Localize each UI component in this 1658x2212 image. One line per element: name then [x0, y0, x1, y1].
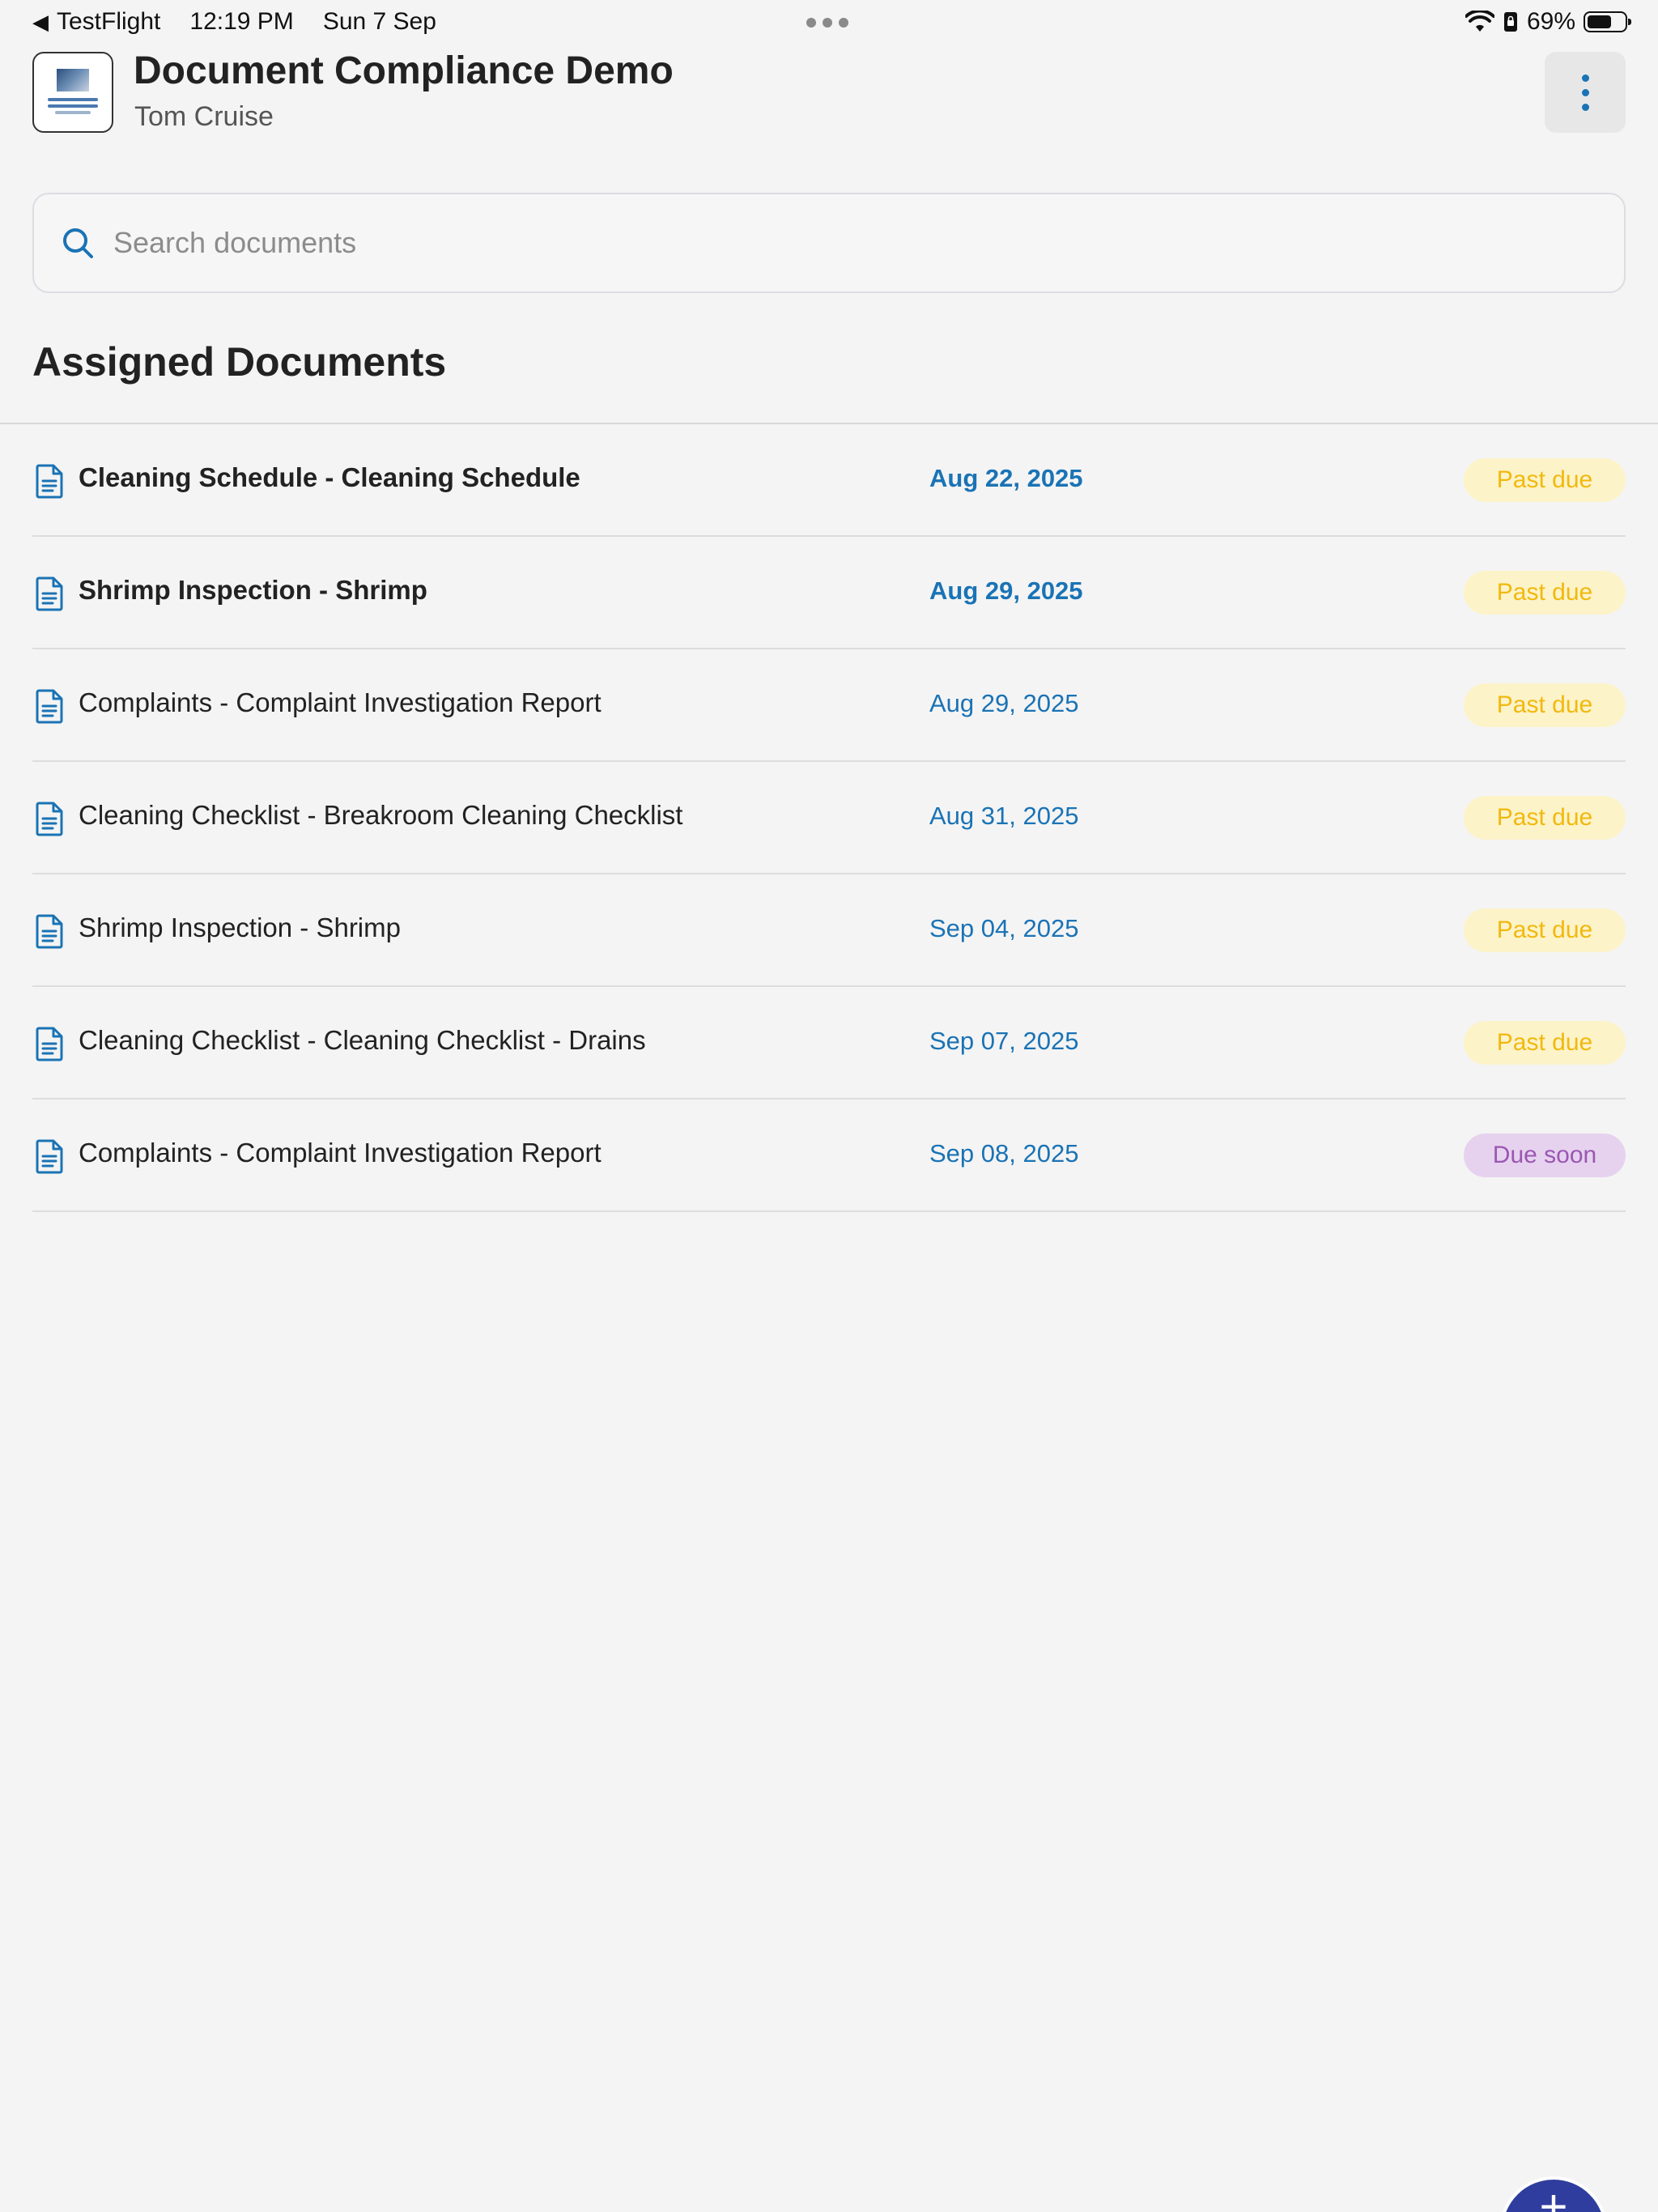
- more-vertical-icon: [1581, 74, 1589, 82]
- battery-percent: 69%: [1526, 8, 1575, 35]
- status-badge: Past due: [1464, 683, 1626, 727]
- status-badge: Past due: [1464, 458, 1626, 502]
- document-list: Cleaning Schedule - Cleaning Schedule Aug…: [32, 424, 1626, 1212]
- document-title: Cleaning Schedule - Cleaning Schedule: [79, 462, 580, 492]
- orientation-lock-icon: [1503, 12, 1517, 32]
- plus-icon: +: [1539, 2180, 1568, 2212]
- document-icon: [34, 576, 66, 611]
- more-options-button[interactable]: [1545, 52, 1626, 133]
- section-title: Assigned Documents: [32, 339, 447, 385]
- app-title: Document Compliance Demo: [134, 49, 674, 92]
- document-due-date: Aug 29, 2025: [929, 576, 1083, 605]
- status-badge: Past due: [1464, 908, 1626, 952]
- back-app-label[interactable]: TestFlight: [57, 8, 160, 36]
- document-icon: [34, 1026, 66, 1061]
- wifi-icon: [1465, 11, 1494, 32]
- document-due-date: Sep 07, 2025: [929, 1027, 1079, 1055]
- app-logo: [32, 52, 113, 133]
- user-name: Tom Cruise: [134, 101, 274, 132]
- status-time: 12:19 PM: [189, 8, 294, 35]
- status-date: Sun 7 Sep: [322, 8, 436, 35]
- battery-level: [1588, 15, 1611, 28]
- document-title: Complaints - Complaint Investigation Rep…: [79, 1138, 602, 1168]
- status-bar: ◀ TestFlight 12:19 PM Sun 7 Sep 69%: [0, 0, 1658, 47]
- document-due-date: Aug 31, 2025: [929, 802, 1079, 830]
- document-row[interactable]: Cleaning Checklist - Cleaning Checklist …: [32, 987, 1626, 1100]
- document-due-date: Sep 08, 2025: [929, 1139, 1079, 1168]
- document-icon: [34, 463, 66, 499]
- status-badge: Due soon: [1464, 1134, 1626, 1177]
- app-screen: ◀ TestFlight 12:19 PM Sun 7 Sep 69% Docu…: [0, 0, 1658, 2212]
- document-row[interactable]: Shrimp Inspection - Shrimp Aug 29, 2025 Pa…: [32, 537, 1626, 649]
- search-bar[interactable]: [32, 193, 1626, 293]
- document-title: Cleaning Checklist - Breakroom Cleaning …: [79, 800, 683, 830]
- document-icon: [34, 801, 66, 836]
- status-badge: Past due: [1464, 1021, 1626, 1065]
- status-bar-right: 69%: [1465, 8, 1631, 36]
- document-title: Shrimp Inspection - Shrimp: [79, 912, 401, 942]
- document-icon: [34, 688, 66, 724]
- battery-icon: [1584, 11, 1631, 32]
- document-icon: [34, 1138, 66, 1174]
- document-due-date: Aug 29, 2025: [929, 689, 1079, 717]
- document-title: Cleaning Checklist - Cleaning Checklist …: [79, 1025, 646, 1055]
- document-row[interactable]: Complaints - Complaint Investigation Rep…: [32, 1100, 1626, 1212]
- status-badge: Past due: [1464, 571, 1626, 615]
- search-input[interactable]: [112, 218, 1572, 268]
- status-badge: Past due: [1464, 796, 1626, 840]
- document-title: Shrimp Inspection - Shrimp: [79, 575, 427, 605]
- document-due-date: Aug 22, 2025: [929, 464, 1083, 492]
- back-arrow-icon[interactable]: ◀: [32, 10, 49, 35]
- multitasking-dots-icon[interactable]: [806, 18, 848, 28]
- status-bar-left[interactable]: ◀ TestFlight 12:19 PM Sun 7 Sep: [32, 8, 436, 36]
- document-row[interactable]: Shrimp Inspection - Shrimp Sep 04, 2025 Pa…: [32, 874, 1626, 987]
- document-row[interactable]: Cleaning Checklist - Breakroom Cleaning …: [32, 762, 1626, 874]
- add-document-button[interactable]: +: [1499, 2176, 1608, 2212]
- document-due-date: Sep 04, 2025: [929, 914, 1079, 942]
- document-icon: [34, 913, 66, 949]
- search-icon: [63, 228, 93, 258]
- document-row[interactable]: Cleaning Schedule - Cleaning Schedule Aug…: [32, 424, 1626, 537]
- document-title: Complaints - Complaint Investigation Rep…: [79, 687, 602, 717]
- document-row[interactable]: Complaints - Complaint Investigation Rep…: [32, 649, 1626, 762]
